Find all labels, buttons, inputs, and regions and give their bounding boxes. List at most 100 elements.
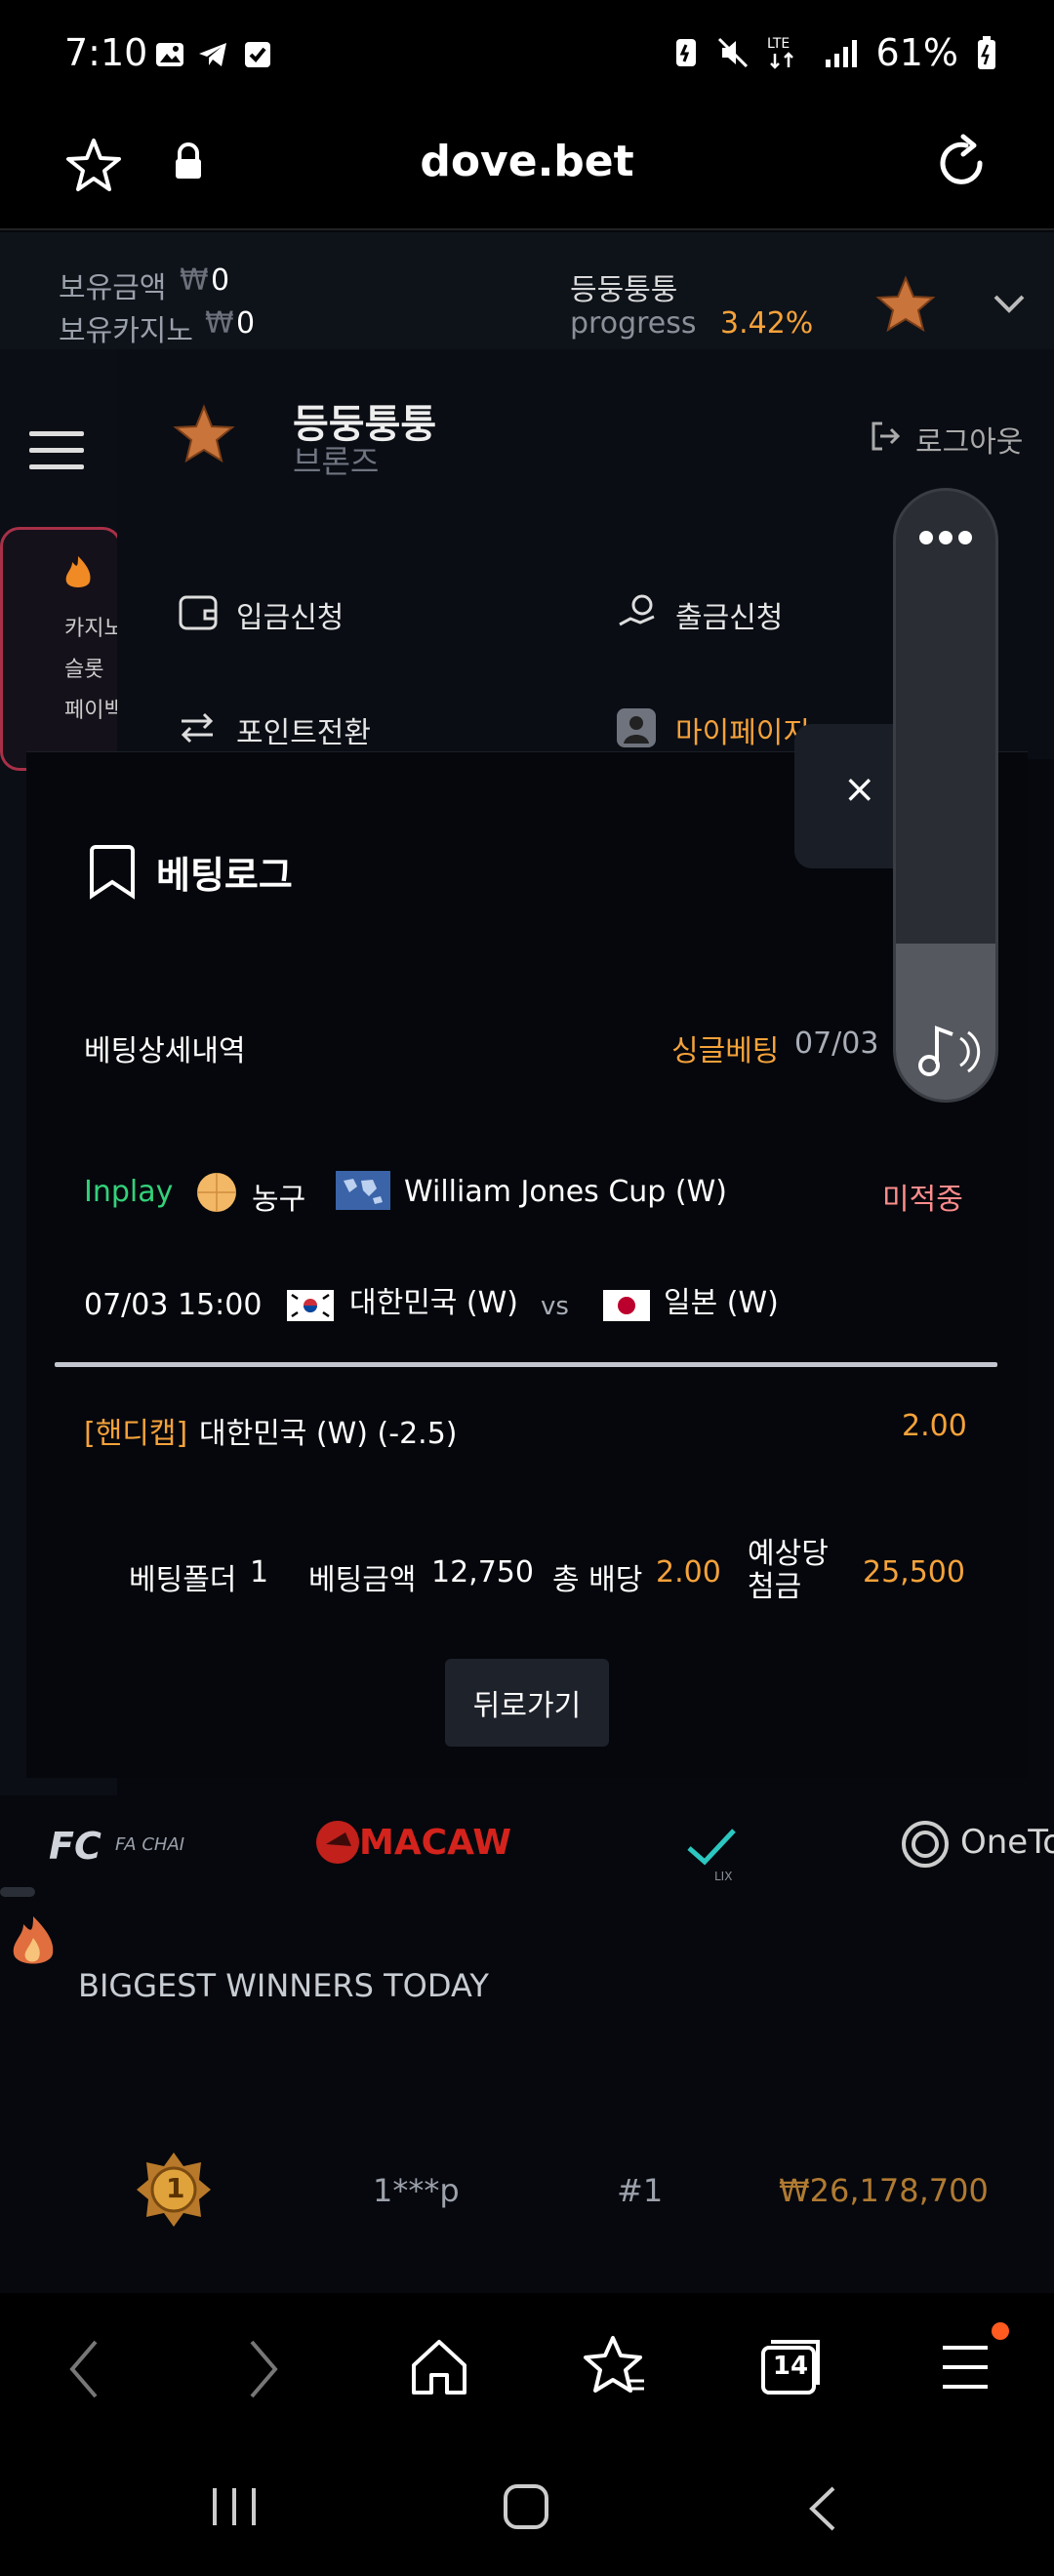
bet-detail-label: 베팅상세내역 bbox=[84, 1034, 246, 1068]
status-time: 7:10 bbox=[64, 31, 148, 74]
expected-label: 예상당 첨금 bbox=[748, 1538, 829, 1604]
provider-macaw[interactable]: MACAW bbox=[359, 1823, 511, 1863]
bookmarks-star-icon[interactable] bbox=[582, 2334, 648, 2398]
macaw-bird-icon bbox=[316, 1821, 359, 1864]
market-tag: [핸디캡] bbox=[84, 1417, 188, 1451]
winner-rank: #1 bbox=[617, 2172, 664, 2209]
withdraw-icon bbox=[619, 594, 655, 626]
home-team: 대한민국 (W) bbox=[349, 1286, 519, 1320]
menu-icon[interactable] bbox=[939, 2342, 992, 2393]
left-slot-text: 슬롯 bbox=[64, 658, 104, 682]
back-button[interactable]: 뒤로가기 bbox=[445, 1659, 609, 1747]
chevron-down-icon[interactable] bbox=[992, 293, 1027, 316]
logout-icon[interactable] bbox=[869, 420, 902, 453]
sport-name: 농구 bbox=[252, 1183, 306, 1217]
casino-balance-label: 보유카지노 bbox=[59, 314, 193, 348]
bet-status: 미적중 bbox=[882, 1183, 963, 1217]
exchange-icon bbox=[181, 712, 214, 744]
mute-icon bbox=[717, 37, 748, 68]
signal-icon bbox=[825, 40, 857, 67]
more-options-icon[interactable] bbox=[917, 529, 974, 546]
winner-user: 1***p bbox=[373, 2172, 460, 2209]
amount-value: 12,750 bbox=[431, 1555, 534, 1590]
left-casino-text: 카지노 bbox=[64, 617, 124, 641]
close-icon[interactable]: × bbox=[843, 767, 876, 812]
battery-icon bbox=[978, 36, 995, 69]
world-flag-icon bbox=[336, 1171, 390, 1210]
korea-flag-icon bbox=[287, 1290, 334, 1321]
provider-lix: LIX bbox=[714, 1870, 733, 1883]
folder-label: 베팅폴더 bbox=[129, 1563, 237, 1597]
withdraw-button[interactable]: 출금신청 bbox=[675, 593, 783, 636]
status-right: LTE 61% bbox=[673, 31, 997, 74]
home-button-icon[interactable] bbox=[502, 2482, 550, 2531]
amount-label: 베팅금액 bbox=[308, 1563, 417, 1597]
fire-icon bbox=[65, 556, 91, 587]
folder-value: 1 bbox=[250, 1555, 269, 1590]
url-bar[interactable]: dove.bet bbox=[0, 137, 1054, 186]
svg-text:LTE: LTE bbox=[767, 36, 790, 52]
home-icon[interactable] bbox=[408, 2338, 470, 2396]
divider bbox=[55, 1362, 997, 1367]
checkbox-icon bbox=[245, 42, 270, 67]
progress-value: 3.42% bbox=[720, 306, 814, 341]
japan-flag-icon bbox=[603, 1290, 650, 1321]
winners-section bbox=[0, 1903, 1054, 2293]
progress-label: progress bbox=[570, 306, 697, 341]
expected-value: 25,500 bbox=[863, 1555, 965, 1590]
recent-apps-icon[interactable] bbox=[209, 2484, 260, 2529]
total-odds-label: 총 배당 bbox=[552, 1563, 643, 1597]
deposit-button[interactable]: 입금신청 bbox=[236, 593, 344, 636]
league-name: William Jones Cup (W) bbox=[404, 1175, 727, 1209]
betting-log-modal bbox=[26, 751, 1028, 1778]
reload-icon[interactable] bbox=[931, 133, 992, 193]
oneto-logo-icon bbox=[902, 1821, 949, 1868]
match-time: 07/03 15:00 bbox=[84, 1288, 263, 1322]
selection: 대한민국 (W) (-2.5) bbox=[199, 1417, 458, 1451]
hamburger-menu-icon[interactable] bbox=[29, 429, 84, 472]
expected-label-line1: 예상당 bbox=[748, 1537, 829, 1571]
forward-arrow-icon[interactable] bbox=[246, 2338, 281, 2400]
flame-icon bbox=[13, 1916, 54, 1964]
away-team: 일본 (W) bbox=[664, 1286, 779, 1320]
versus-label: vs bbox=[541, 1292, 569, 1321]
system-back-icon[interactable] bbox=[806, 2484, 839, 2533]
selection-odds: 2.00 bbox=[902, 1409, 967, 1443]
provider-fachai: FA CHAI bbox=[115, 1834, 185, 1855]
gallery-icon bbox=[156, 43, 183, 66]
logout-button[interactable]: 로그아웃 bbox=[915, 418, 1023, 461]
back-arrow-icon[interactable] bbox=[66, 2338, 101, 2400]
check-logo-icon bbox=[687, 1829, 736, 1866]
tabs-count: 14 bbox=[772, 2352, 809, 2381]
bookmark-icon bbox=[90, 845, 135, 900]
casino-balance-value: 0 bbox=[236, 306, 256, 341]
left-pay-text: 페이백 bbox=[64, 699, 124, 723]
menu-rank: 브론즈 bbox=[293, 443, 380, 480]
expected-label-line2: 첨금 bbox=[748, 1570, 802, 1604]
mypage-user-icon bbox=[617, 708, 656, 747]
winner-amount: ₩26,178,700 bbox=[779, 2172, 989, 2209]
bet-date: 07/03 bbox=[794, 1026, 879, 1061]
provider-oneto[interactable]: OneTo bbox=[960, 1823, 1054, 1862]
floating-media-panel[interactable] bbox=[893, 488, 998, 1103]
medal-number: 1 bbox=[166, 2172, 185, 2204]
music-icon[interactable] bbox=[913, 1021, 982, 1079]
casino-balance-currency: ₩ bbox=[205, 306, 234, 341]
provider-fc-logo[interactable]: FC bbox=[49, 1825, 101, 1868]
balance-currency: ₩ bbox=[180, 263, 209, 298]
inplay-label: Inplay bbox=[84, 1175, 174, 1209]
scroll-indicator bbox=[0, 1887, 35, 1897]
balance-label: 보유금액 bbox=[59, 271, 167, 305]
battery-saver-icon bbox=[675, 39, 696, 66]
mypage-button[interactable]: 마이페이지 bbox=[675, 708, 810, 751]
wallet-icon bbox=[179, 595, 218, 630]
browser-nav-bar bbox=[0, 2293, 1054, 2439]
rank-star-icon bbox=[875, 275, 936, 333]
notification-dot bbox=[992, 2322, 1009, 2340]
point-exchange-button[interactable]: 포인트전환 bbox=[236, 708, 371, 751]
bet-type: 싱글베팅 bbox=[671, 1034, 780, 1068]
user-rank-star-icon bbox=[173, 404, 235, 463]
balance-value: 0 bbox=[211, 263, 230, 298]
battery-percent: 61% bbox=[875, 31, 958, 74]
telegram-icon bbox=[199, 43, 226, 66]
